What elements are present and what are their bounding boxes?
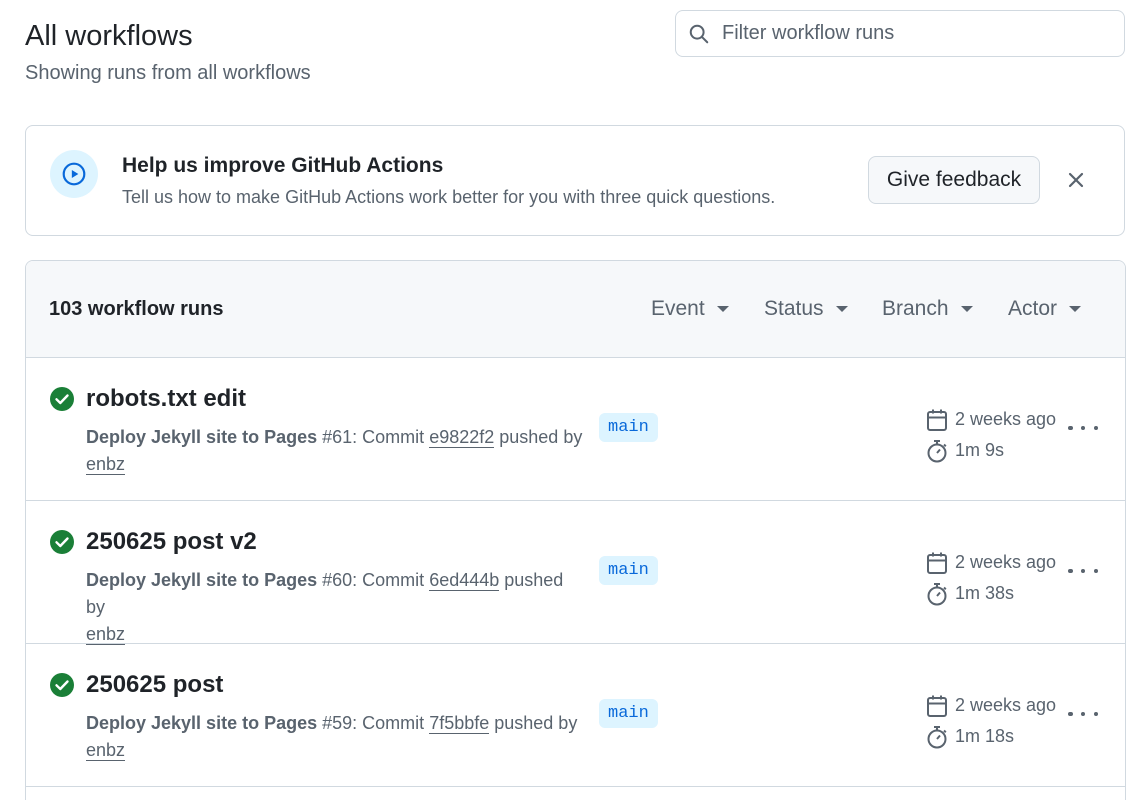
event-filter-label: Event (651, 297, 705, 320)
banner-text: Tell us how to make GitHub Actions work … (122, 187, 776, 207)
run-timing: 2 weeks ago 1m 18s (926, 690, 1056, 752)
chevron-down-icon (1069, 306, 1082, 312)
run-duration: 1m 9s (955, 440, 1005, 460)
commit-prefix: : Commit (352, 570, 430, 590)
give-feedback-button[interactable]: Give feedback (868, 156, 1040, 204)
kebab-dot (1080, 711, 1086, 717)
run-actions-menu-button[interactable] (1068, 706, 1098, 722)
run-title-link[interactable]: robots.txt edit (86, 385, 246, 413)
workflow-run-row: 250625 post Deploy Jekyll site to Pages … (26, 644, 1125, 787)
chevron-down-icon (716, 306, 729, 312)
page-title: All workflows (25, 20, 193, 52)
close-icon (1068, 172, 1084, 188)
stopwatch-icon (927, 582, 947, 605)
commit-link[interactable]: 7f5bbfe (429, 713, 490, 734)
workflow-name: Deploy Jekyll site to Pages (86, 713, 318, 733)
status-filter-label: Status (764, 297, 824, 320)
pushed-by-text: pushed by (489, 713, 578, 733)
search-icon (689, 24, 709, 43)
actor-filter-label: Actor (1008, 297, 1058, 320)
success-check-icon (50, 673, 74, 697)
run-timing: 2 weeks ago 1m 9s (926, 404, 1056, 466)
kebab-dot (1080, 425, 1086, 431)
kebab-dot (1068, 425, 1073, 431)
branch-filter-menu[interactable]: Branch (882, 297, 973, 321)
run-date: 2 weeks ago (955, 695, 1057, 715)
event-filter-menu[interactable]: Event (651, 297, 729, 321)
actor-link[interactable]: enbz (86, 624, 126, 645)
banner-icon-circle (50, 150, 98, 198)
calendar-icon (927, 409, 947, 431)
run-date: 2 weeks ago (955, 552, 1057, 572)
run-title-link[interactable]: 250625 post v2 (86, 528, 257, 556)
run-meta: Deploy Jekyll site to Pages #61: Commit … (86, 424, 586, 478)
branch-badge[interactable]: main (599, 699, 658, 728)
commit-prefix: : Commit (352, 713, 430, 733)
actor-filter-menu[interactable]: Actor (1008, 297, 1082, 321)
run-number: #61 (322, 427, 353, 447)
success-check-icon (50, 530, 74, 554)
commit-link[interactable]: 6ed444b (429, 570, 500, 591)
runs-list-header: 103 workflow runs Event Status Branch Ac… (26, 261, 1125, 358)
workflow-run-row: 250625 post v2 Deploy Jekyll site to Pag… (26, 501, 1125, 645)
chevron-down-icon (835, 306, 848, 312)
run-timing: 2 weeks ago 1m 38s (926, 547, 1056, 609)
branch-badge[interactable]: main (599, 413, 658, 442)
runs-count: 103 workflow runs (49, 298, 224, 320)
filter-workflow-runs-field[interactable] (675, 10, 1125, 57)
commit-link[interactable]: e9822f2 (429, 427, 495, 448)
banner-title: Help us improve GitHub Actions (122, 154, 444, 177)
kebab-dot (1080, 568, 1086, 574)
kebab-dot (1068, 711, 1073, 717)
kebab-dot (1093, 711, 1098, 717)
run-meta: Deploy Jekyll site to Pages #60: Commit … (86, 567, 586, 648)
kebab-dot (1093, 568, 1098, 574)
stopwatch-icon (927, 725, 947, 748)
calendar-icon (927, 552, 947, 574)
run-number: #60 (322, 570, 353, 590)
workflow-runs-list: 103 workflow runs Event Status Branch Ac… (25, 260, 1126, 800)
pushed-by-text: pushed by (494, 427, 583, 447)
status-filter-menu[interactable]: Status (764, 297, 848, 321)
run-actions-menu-button[interactable] (1068, 563, 1098, 579)
calendar-icon (927, 695, 947, 717)
feedback-banner: Help us improve GitHub Actions Tell us h… (25, 125, 1125, 236)
workflow-name: Deploy Jekyll site to Pages (86, 427, 318, 447)
kebab-dot (1093, 425, 1098, 431)
page-subtitle: Showing runs from all workflows (25, 62, 311, 84)
workflow-run-row: robots.txt edit Deploy Jekyll site to Pa… (26, 358, 1125, 501)
run-date: 2 weeks ago (955, 409, 1057, 429)
filter-workflow-runs-input[interactable] (722, 22, 1102, 45)
workflows-page: All workflows Showing runs from all work… (0, 0, 1143, 800)
actor-link[interactable]: enbz (86, 740, 126, 761)
run-title-link[interactable]: 250625 post (86, 671, 223, 699)
run-duration: 1m 18s (955, 726, 1015, 746)
chevron-down-icon (960, 306, 973, 312)
workflow-name: Deploy Jekyll site to Pages (86, 570, 318, 590)
actor-link[interactable]: enbz (86, 454, 126, 475)
success-check-icon (50, 387, 74, 411)
run-meta: Deploy Jekyll site to Pages #59: Commit … (86, 710, 586, 764)
branch-filter-label: Branch (882, 297, 949, 320)
kebab-dot (1068, 568, 1073, 574)
commit-prefix: : Commit (352, 427, 430, 447)
run-actions-menu-button[interactable] (1068, 420, 1098, 436)
stopwatch-icon (927, 439, 947, 462)
play-circle-icon (62, 162, 86, 186)
run-duration: 1m 38s (955, 583, 1015, 603)
branch-badge[interactable]: main (599, 556, 658, 585)
run-number: #59 (322, 713, 353, 733)
dismiss-banner-button[interactable] (1062, 166, 1090, 194)
